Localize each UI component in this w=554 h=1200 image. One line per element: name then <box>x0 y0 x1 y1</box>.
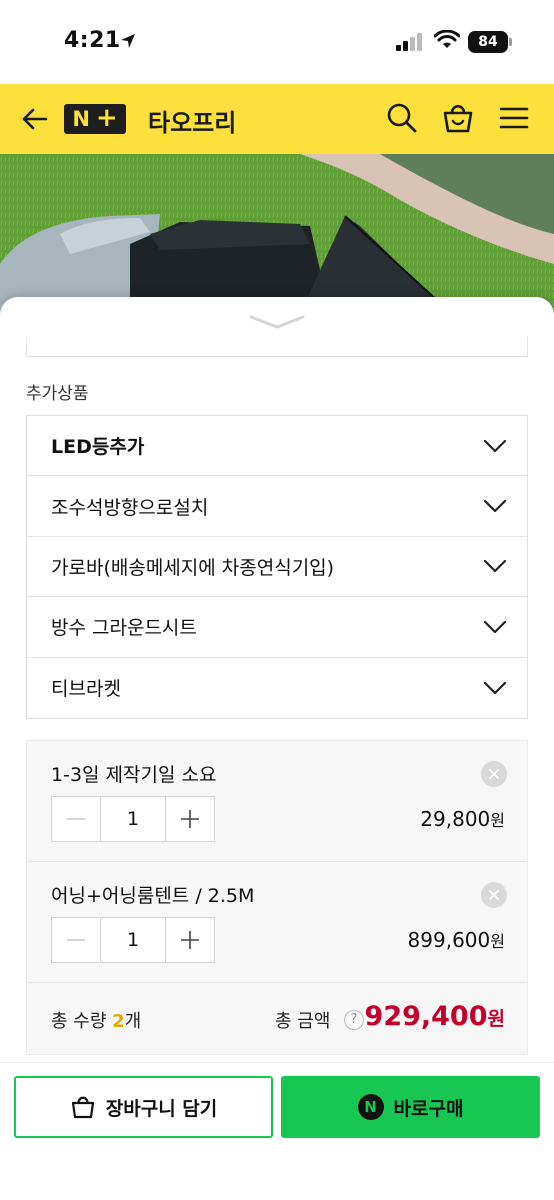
buy-now-button[interactable]: N 바로구매 <box>281 1076 540 1138</box>
total-quantity-unit: 개 <box>124 1011 142 1032</box>
selected-items-box: 1-3일 제작기일 소요 1 29,800원 어닝+어닝룸텐트 / 2.5M 1… <box>26 740 528 1055</box>
addon-section-title: 추가상품 <box>26 384 89 404</box>
increase-quantity-button[interactable] <box>166 797 214 841</box>
wifi-icon <box>434 30 460 48</box>
selected-item-price: 29,800원 <box>420 807 505 831</box>
buy-now-label: 바로구매 <box>393 1097 464 1120</box>
remove-item-button[interactable] <box>481 761 507 787</box>
menu-icon[interactable] <box>496 100 532 136</box>
minus-icon <box>67 818 85 820</box>
addon-select-passenger-side[interactable]: 조수석방향으로설치 <box>27 476 527 537</box>
shopping-bag-icon <box>71 1096 94 1119</box>
quantity-value[interactable]: 1 <box>100 918 166 962</box>
selected-item-name: 1-3일 제작기일 소요 <box>51 764 217 786</box>
addon-select-t-bracket[interactable]: 티브라켓 <box>27 658 527 718</box>
add-to-cart-label: 장바구니 담기 <box>105 1097 218 1120</box>
addon-select-ground-sheet[interactable]: 방수 그라운드시트 <box>27 597 527 658</box>
back-arrow-icon[interactable] <box>18 102 52 136</box>
total-amount-label: 총 금액 <box>275 1011 331 1032</box>
help-icon[interactable]: ? <box>344 1010 364 1030</box>
currency-unit: 원 <box>487 1008 505 1030</box>
remove-item-button[interactable] <box>481 882 507 908</box>
logo-n: N <box>72 107 90 131</box>
battery-indicator: 84 <box>468 31 508 53</box>
selected-item-price: 899,600원 <box>408 928 505 952</box>
status-time: 4:21 <box>64 28 121 53</box>
previous-option-select[interactable] <box>26 337 528 357</box>
quantity-stepper: 1 <box>51 796 215 842</box>
store-name[interactable]: 타오프리 <box>148 103 236 138</box>
plus-icon <box>181 810 199 828</box>
chevron-down-icon <box>483 681 507 694</box>
app-header: N + 타오프리 <box>0 84 554 154</box>
quantity-value[interactable]: 1 <box>100 797 166 841</box>
price-value: 899,600 <box>407 928 491 952</box>
currency-unit: 원 <box>490 811 505 830</box>
status-bar: 4:21 84 <box>0 0 554 84</box>
logo-plus: + <box>95 103 118 133</box>
chevron-down-icon <box>483 560 507 573</box>
total-quantity-value: 2 <box>112 1011 125 1032</box>
addon-label: 방수 그라운드시트 <box>51 617 197 640</box>
quantity-stepper: 1 <box>51 917 215 963</box>
total-amount-value: 929,400 <box>364 1001 488 1032</box>
search-icon[interactable] <box>384 100 420 136</box>
total-amount: 929,400원 <box>365 1001 505 1032</box>
selected-item: 어닝+어닝룸텐트 / 2.5M 1 899,600원 <box>27 862 527 983</box>
addon-label: 가로바(배송메세지에 차종연식기입) <box>51 556 335 579</box>
sheet-collapse-chevron-icon[interactable] <box>247 313 307 333</box>
location-arrow-icon <box>121 34 135 48</box>
selected-item-name: 어닝+어닝룸텐트 / 2.5M <box>51 885 255 907</box>
signal-icon <box>396 33 422 51</box>
selected-item: 1-3일 제작기일 소요 1 29,800원 <box>27 741 527 862</box>
total-quantity-label: 총 수량 <box>51 1011 107 1032</box>
order-totals: 총 수량 2개 총 금액 ? 929,400원 <box>27 985 527 1055</box>
decrease-quantity-button[interactable] <box>52 918 100 962</box>
close-icon <box>489 890 499 900</box>
naver-plus-logo[interactable]: N + <box>64 104 126 134</box>
close-icon <box>489 769 499 779</box>
chevron-down-icon <box>483 499 507 513</box>
addon-list: LED등추가 조수석방향으로설치 가로바(배송메세지에 차종연식기입) 방수 그… <box>26 415 528 719</box>
minus-icon <box>67 939 85 941</box>
addon-select-crossbar[interactable]: 가로바(배송메세지에 차종연식기입) <box>27 537 527 598</box>
hero-illustration <box>0 154 554 314</box>
bottom-action-bar: 장바구니 담기 N 바로구매 <box>0 1062 554 1200</box>
addon-select-led[interactable]: LED등추가 <box>27 416 527 477</box>
addon-label: LED등추가 <box>51 436 145 459</box>
price-value: 29,800 <box>420 807 491 831</box>
chevron-down-icon <box>483 439 507 452</box>
increase-quantity-button[interactable] <box>166 918 214 962</box>
addon-label: 조수석방향으로설치 <box>51 496 209 519</box>
addon-label: 티브라켓 <box>51 678 121 701</box>
shopping-bag-icon[interactable] <box>440 100 476 136</box>
battery-nub <box>509 38 512 46</box>
chevron-down-icon <box>483 620 507 633</box>
plus-icon <box>181 931 199 949</box>
decrease-quantity-button[interactable] <box>52 797 100 841</box>
product-hero-image <box>0 154 554 314</box>
naver-pay-n-icon: N <box>357 1094 384 1120</box>
total-quantity: 총 수량 2개 <box>51 1007 141 1033</box>
add-to-cart-button[interactable]: 장바구니 담기 <box>14 1076 273 1138</box>
currency-unit: 원 <box>490 932 505 951</box>
